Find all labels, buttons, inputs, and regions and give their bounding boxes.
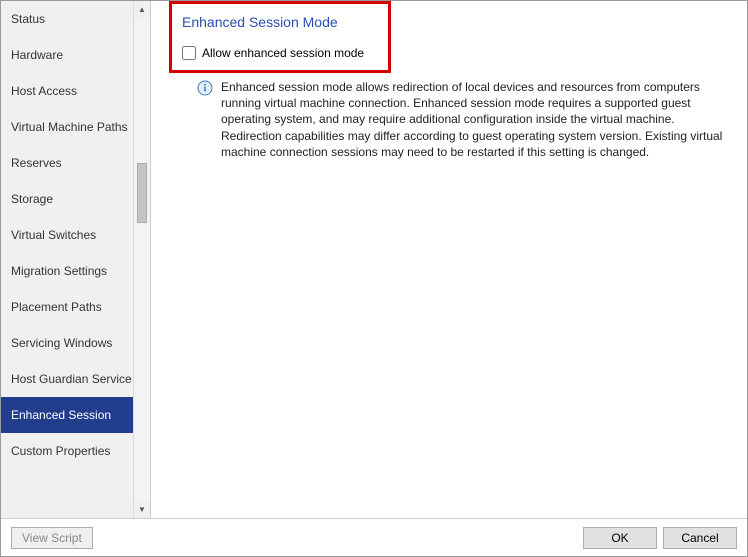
sidebar-item-placement-paths[interactable]: Placement Paths bbox=[1, 289, 150, 325]
sidebar-item-custom-properties[interactable]: Custom Properties bbox=[1, 433, 150, 469]
highlight-annotation: Enhanced Session Mode Allow enhanced ses… bbox=[169, 1, 391, 73]
properties-dialog: StatusHardwareHost AccessVirtual Machine… bbox=[0, 0, 748, 557]
sidebar-scroll-area: StatusHardwareHost AccessVirtual Machine… bbox=[1, 1, 150, 518]
sidebar: StatusHardwareHost AccessVirtual Machine… bbox=[1, 1, 151, 518]
scroll-down-button[interactable]: ▼ bbox=[134, 501, 150, 518]
allow-enhanced-session-checkbox[interactable] bbox=[182, 46, 196, 60]
ok-button[interactable]: OK bbox=[583, 527, 657, 549]
scroll-thumb[interactable] bbox=[137, 163, 147, 223]
sidebar-item-enhanced-session[interactable]: Enhanced Session bbox=[1, 397, 150, 433]
scroll-up-button[interactable]: ▲ bbox=[134, 1, 150, 18]
sidebar-item-status[interactable]: Status bbox=[1, 1, 150, 37]
sidebar-item-host-access[interactable]: Host Access bbox=[1, 73, 150, 109]
dialog-body: StatusHardwareHost AccessVirtual Machine… bbox=[1, 1, 747, 518]
dialog-footer: View Script OK Cancel bbox=[1, 518, 747, 556]
sidebar-item-storage[interactable]: Storage bbox=[1, 181, 150, 217]
sidebar-item-virtual-machine-paths[interactable]: Virtual Machine Paths bbox=[1, 109, 150, 145]
description-text: Enhanced session mode allows redirection… bbox=[221, 79, 729, 160]
sidebar-item-hardware[interactable]: Hardware bbox=[1, 37, 150, 73]
sidebar-item-virtual-switches[interactable]: Virtual Switches bbox=[1, 217, 150, 253]
scroll-track[interactable] bbox=[134, 18, 150, 501]
view-script-button[interactable]: View Script bbox=[11, 527, 93, 549]
sidebar-scrollbar[interactable]: ▲ ▼ bbox=[133, 1, 150, 518]
sidebar-item-migration-settings[interactable]: Migration Settings bbox=[1, 253, 150, 289]
info-icon bbox=[197, 80, 213, 96]
content-pane: Enhanced Session Mode Allow enhanced ses… bbox=[151, 1, 747, 518]
cancel-button[interactable]: Cancel bbox=[663, 527, 737, 549]
section-title: Enhanced Session Mode bbox=[182, 10, 378, 40]
sidebar-item-host-guardian-service[interactable]: Host Guardian Service bbox=[1, 361, 150, 397]
allow-enhanced-session-label[interactable]: Allow enhanced session mode bbox=[202, 46, 364, 60]
sidebar-item-servicing-windows[interactable]: Servicing Windows bbox=[1, 325, 150, 361]
sidebar-item-reserves[interactable]: Reserves bbox=[1, 145, 150, 181]
